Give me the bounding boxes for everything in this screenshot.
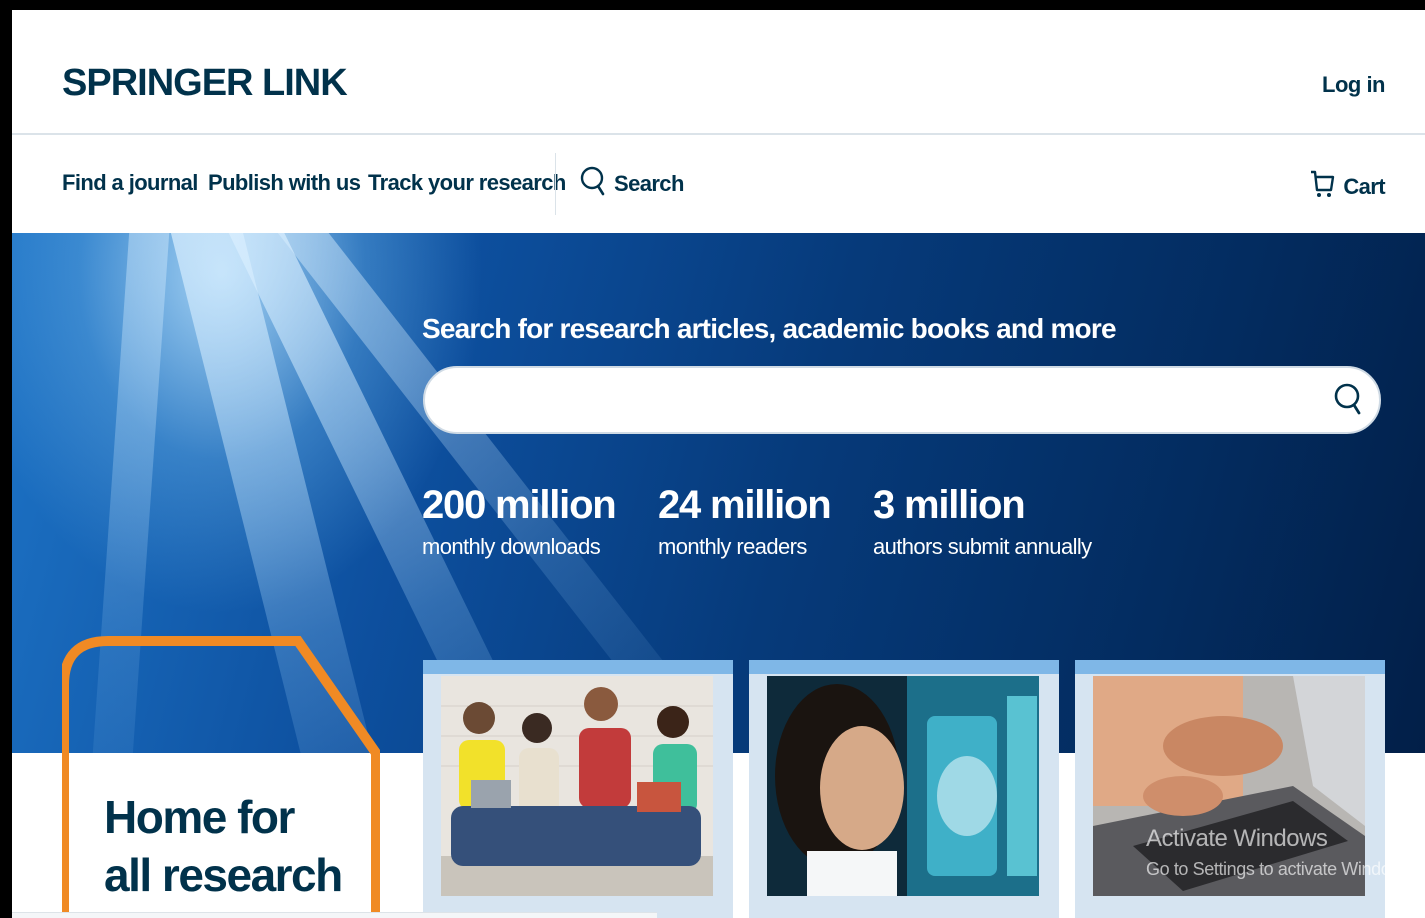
hero-title: Search for research articles, academic b… [422, 313, 1117, 344]
nav-search-button[interactable]: Search [580, 165, 684, 203]
windows-activation-watermark: Activate Windows Go to Settings to activ… [1146, 825, 1417, 880]
site-header: SPRINGER LINK Log in [12, 20, 1425, 135]
hero-search-button[interactable] [1329, 382, 1367, 420]
hero-search-input[interactable] [449, 382, 1333, 422]
cart-button[interactable]: Cart [1309, 168, 1386, 206]
home-heading: Home for all research [104, 788, 343, 904]
nav-divider [555, 153, 556, 215]
search-icon [580, 165, 606, 203]
nav-track-research[interactable]: Track your research [368, 170, 566, 196]
home-heading-line2: all research [104, 849, 343, 901]
login-link[interactable]: Log in [1322, 72, 1385, 98]
stat-authors: 3 million authors submit annually [873, 483, 1092, 560]
nav-find-journal[interactable]: Find a journal [62, 170, 198, 196]
search-icon [1334, 382, 1362, 421]
image-card-researcher[interactable] [749, 660, 1059, 918]
stat-number: 24 million [658, 483, 832, 527]
image-card-students[interactable] [423, 660, 733, 918]
stat-readers: 24 million monthly readers [658, 483, 832, 560]
stat-number: 3 million [873, 483, 1026, 527]
nav-publish-with-us[interactable]: Publish with us [208, 170, 361, 196]
stat-label: monthly readers [658, 534, 807, 559]
students-photo [441, 676, 713, 896]
window-border-left [0, 0, 12, 918]
watermark-line1: Activate Windows [1146, 825, 1328, 852]
page: SPRINGER LINK Log in Find a journal Publ… [12, 10, 1425, 918]
browser-status-bar [12, 912, 657, 918]
stat-label: monthly downloads [422, 534, 601, 559]
nav-search-label: Search [614, 171, 684, 196]
watermark-line2: Go to Settings to activate Windows. [1146, 859, 1417, 879]
main-nav: Find a journal Publish with us Track you… [12, 135, 1425, 233]
researcher-photo [767, 676, 1039, 896]
cart-icon [1309, 168, 1335, 206]
stat-number: 200 million [422, 483, 617, 527]
window-border-top [0, 0, 1425, 10]
stat-downloads: 200 million monthly downloads [422, 483, 617, 560]
home-heading-line1: Home for [104, 791, 295, 843]
springer-link-logo[interactable]: SPRINGER LINK [62, 62, 348, 105]
cart-label: Cart [1343, 174, 1385, 199]
hero-search-bar [423, 366, 1381, 434]
stat-label: authors submit annually [873, 534, 1092, 559]
